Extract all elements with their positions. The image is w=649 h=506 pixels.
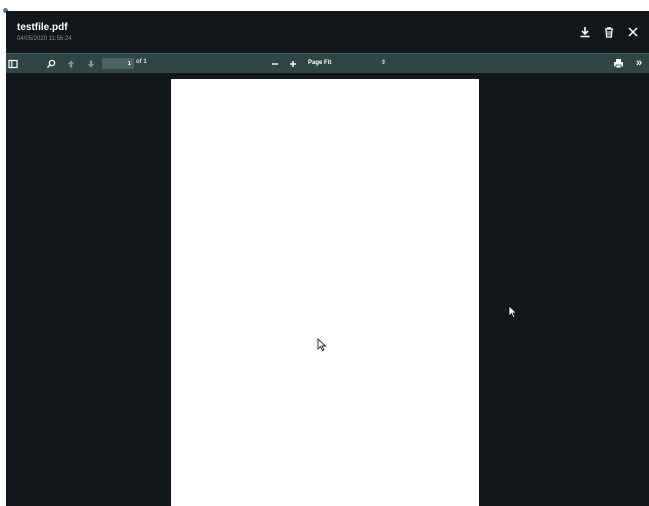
cursor-arrow-icon — [508, 305, 518, 319]
more-tools-icon: » — [636, 57, 643, 69]
more-tools-button[interactable]: » — [636, 57, 649, 70]
page-number-input[interactable] — [102, 58, 134, 69]
sidebar-toggle-button[interactable] — [6, 57, 19, 70]
zoom-select-value: Page Fit — [308, 60, 332, 66]
arrow-up-icon — [67, 60, 74, 67]
arrow-down-icon — [87, 60, 94, 67]
print-button[interactable] — [612, 57, 625, 70]
app-root: testfile.pdf 04/05/2020 11:56:24 1 of 1 … — [0, 0, 649, 506]
previous-page-button[interactable] — [64, 57, 77, 70]
pdf-toolbar: of 1 Page Fit ⇕ — [6, 53, 649, 73]
document-area[interactable] — [6, 73, 649, 506]
search-icon — [46, 59, 55, 68]
select-arrows-icon: ⇕ — [380, 60, 386, 66]
zoom-select[interactable]: Page Fit ⇕ — [304, 57, 392, 70]
next-page-button[interactable] — [84, 57, 97, 70]
zoom-in-button[interactable] — [286, 57, 299, 70]
zoom-out-icon — [271, 62, 278, 65]
search-button[interactable] — [44, 57, 57, 70]
page-count: of 1 — [136, 59, 147, 65]
download-icon — [580, 27, 590, 38]
trash-icon — [605, 27, 613, 38]
pdf-page[interactable] — [171, 79, 479, 506]
sidebar-toggle-icon — [7, 59, 18, 68]
pdf-viewer: testfile.pdf 04/05/2020 11:56:24 1 of 1 … — [6, 11, 649, 506]
viewer-header: testfile.pdf 04/05/2020 11:56:24 — [6, 11, 649, 53]
close-icon — [628, 27, 638, 37]
print-icon — [614, 59, 623, 69]
cursor-arrow-outline-icon — [317, 338, 327, 352]
close-button[interactable] — [624, 23, 642, 41]
zoom-out-button[interactable] — [268, 57, 281, 70]
delete-button[interactable] — [600, 23, 618, 41]
zoom-in-icon — [289, 60, 296, 67]
file-name: testfile.pdf — [17, 22, 68, 33]
file-date: 04/05/2020 11:56:24 — [17, 36, 72, 42]
download-button[interactable] — [576, 23, 594, 41]
